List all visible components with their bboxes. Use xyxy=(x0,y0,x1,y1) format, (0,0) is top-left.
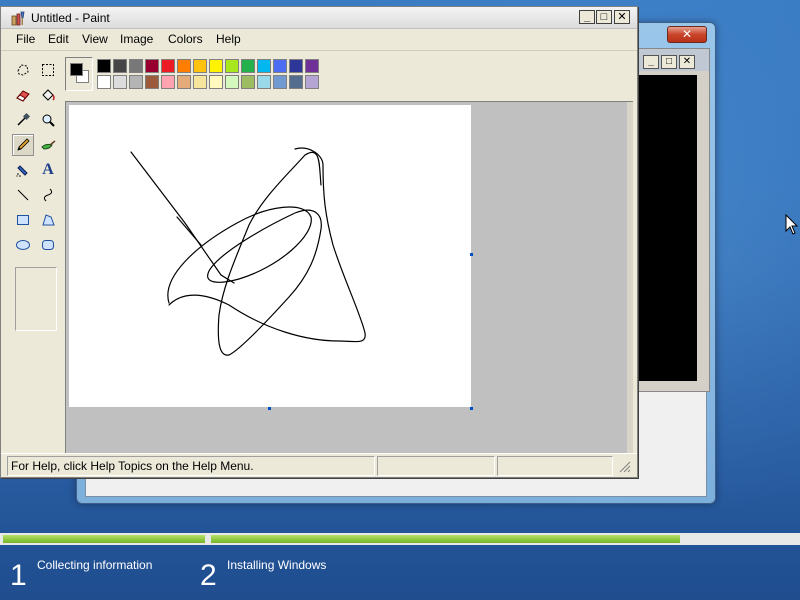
console-close-button[interactable]: ✕ xyxy=(679,55,695,69)
color-swatch[interactable] xyxy=(193,59,207,73)
setup-progress-bar xyxy=(0,533,800,545)
resize-handle-right[interactable] xyxy=(470,253,473,256)
menu-bar: File Edit View Image Colors Help xyxy=(1,29,637,51)
color-swatch[interactable] xyxy=(209,59,223,73)
drawn-scribble xyxy=(130,147,366,356)
rect-select-icon[interactable] xyxy=(37,59,59,81)
progress-step-1 xyxy=(3,535,205,543)
ellipse-icon[interactable] xyxy=(12,234,34,256)
color-swatch[interactable] xyxy=(193,75,207,89)
maximize-button[interactable]: □ xyxy=(596,10,612,24)
toolbox: A xyxy=(9,53,63,451)
color-swatch[interactable] xyxy=(145,59,159,73)
resize-handle-bottom[interactable] xyxy=(268,407,271,410)
paint-titlebar[interactable]: Untitled - Paint _ □ ✕ xyxy=(1,7,637,29)
rounded-rect-icon[interactable] xyxy=(37,234,59,256)
tool-options-panel[interactable] xyxy=(15,267,57,331)
color-swatch[interactable] xyxy=(161,59,175,73)
color-swatch[interactable] xyxy=(209,75,223,89)
color-swatch[interactable] xyxy=(97,59,111,73)
curve-icon[interactable] xyxy=(37,184,59,206)
pencil-icon[interactable] xyxy=(12,134,34,156)
color-swatch[interactable] xyxy=(273,59,287,73)
color-palette xyxy=(65,57,325,93)
color-swatch[interactable] xyxy=(97,75,111,89)
drawing-canvas[interactable] xyxy=(69,105,471,407)
mouse-cursor-icon xyxy=(785,214,799,235)
free-form-select-icon[interactable] xyxy=(12,59,34,81)
color-swatch[interactable] xyxy=(241,59,255,73)
brush-icon[interactable] xyxy=(37,134,59,156)
window-title: Untitled - Paint xyxy=(31,11,110,25)
console-maximize-button[interactable]: □ xyxy=(661,55,677,69)
color-swatch[interactable] xyxy=(177,59,191,73)
magnifier-icon[interactable] xyxy=(37,109,59,131)
color-swatch[interactable] xyxy=(241,75,255,89)
airbrush-icon[interactable] xyxy=(12,159,34,181)
pick-color-icon[interactable] xyxy=(12,109,34,131)
color-swatch[interactable] xyxy=(289,59,303,73)
handle-top-inactive xyxy=(268,102,271,105)
menu-image[interactable]: Image xyxy=(120,32,153,46)
status-size xyxy=(497,456,613,476)
color-swatch[interactable] xyxy=(225,75,239,89)
menu-view[interactable]: View xyxy=(82,32,108,46)
text-icon[interactable]: A xyxy=(37,159,59,181)
console-window: _ □ ✕ xyxy=(634,48,710,392)
color-swatch[interactable] xyxy=(289,75,303,89)
polygon-icon[interactable] xyxy=(37,209,59,231)
progress-step-2 xyxy=(211,535,680,543)
console-minimize-button[interactable]: _ xyxy=(643,55,659,69)
canvas-area xyxy=(65,101,633,453)
resize-handle-corner[interactable] xyxy=(470,407,473,410)
console-output xyxy=(639,75,697,381)
close-button[interactable]: ✕ xyxy=(614,10,630,24)
color-swatch[interactable] xyxy=(113,75,127,89)
color-swatch[interactable] xyxy=(145,75,159,89)
color-swatch[interactable] xyxy=(113,59,127,73)
step-label: Installing Windows xyxy=(227,558,327,572)
foreground-color-swatch[interactable] xyxy=(70,63,83,76)
minimize-button[interactable]: _ xyxy=(579,10,595,24)
color-swatch[interactable] xyxy=(129,59,143,73)
vertical-scroll-edge xyxy=(627,102,633,453)
resize-grip-icon[interactable] xyxy=(619,461,631,473)
status-bar: For Help, click Help Topics on the Help … xyxy=(1,453,637,477)
handle-left-inactive xyxy=(66,253,69,256)
color-swatch[interactable] xyxy=(257,75,271,89)
color-swatch[interactable] xyxy=(161,75,175,89)
line-icon[interactable] xyxy=(12,184,34,206)
paint-window: Untitled - Paint _ □ ✕ File Edit View Im… xyxy=(0,6,638,478)
menu-file[interactable]: File xyxy=(16,32,35,46)
paint-app-icon xyxy=(11,11,25,26)
step-number: 2 xyxy=(200,559,217,592)
current-colors[interactable] xyxy=(65,57,93,91)
color-swatch[interactable] xyxy=(305,75,319,89)
color-swatch[interactable] xyxy=(305,59,319,73)
color-swatch[interactable] xyxy=(257,59,271,73)
color-swatch[interactable] xyxy=(273,75,287,89)
rectangle-icon[interactable] xyxy=(12,209,34,231)
color-swatch[interactable] xyxy=(129,75,143,89)
menu-colors[interactable]: Colors xyxy=(168,32,203,46)
step-number: 1 xyxy=(10,559,27,592)
status-help-text: For Help, click Help Topics on the Help … xyxy=(7,456,375,476)
setup-close-button[interactable]: ✕ xyxy=(667,26,707,43)
color-swatch[interactable] xyxy=(225,59,239,73)
menu-help[interactable]: Help xyxy=(216,32,241,46)
menu-edit[interactable]: Edit xyxy=(48,32,69,46)
text-tool-glyph: A xyxy=(42,161,54,178)
eraser-icon[interactable] xyxy=(12,84,34,106)
fill-bucket-icon[interactable] xyxy=(37,84,59,106)
status-coordinates xyxy=(377,456,495,476)
step-label: Collecting information xyxy=(37,558,153,572)
color-swatch[interactable] xyxy=(177,75,191,89)
